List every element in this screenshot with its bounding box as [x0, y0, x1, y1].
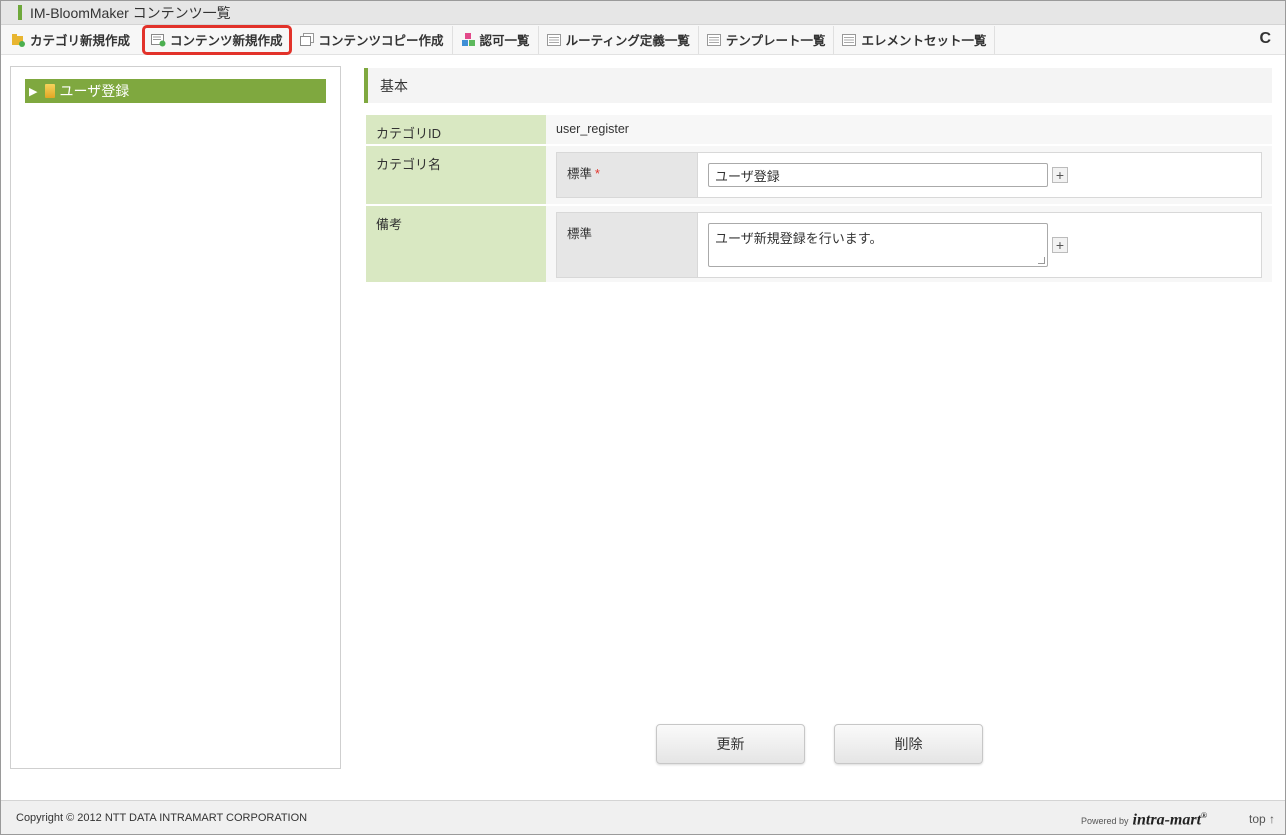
add-locale-button[interactable]: + — [1052, 237, 1068, 253]
title-marker-icon — [18, 5, 22, 20]
create-category-button[interactable]: カテゴリ新規作成 — [1, 27, 138, 53]
template-list-label: テンプレート一覧 — [725, 34, 826, 48]
title-bar: IM-BloomMaker コンテンツ一覧 — [1, 1, 1285, 25]
locale-text: 標準 — [567, 167, 593, 181]
create-content-button[interactable]: コンテンツ新規作成 — [142, 24, 292, 55]
routing-list-label: ルーティング定義一覧 — [565, 34, 690, 48]
category-name-row: カテゴリ名 標準* + — [366, 146, 1272, 206]
authorization-list-label: 認可一覧 — [479, 34, 530, 48]
toolbar-divider — [994, 25, 996, 54]
delete-button[interactable]: 削除 — [834, 724, 983, 764]
required-mark: * — [595, 167, 600, 181]
expand-arrow-icon[interactable]: ▶ — [29, 85, 37, 98]
top-link[interactable]: top ↑ — [1249, 812, 1275, 826]
element-set-list-button[interactable]: エレメントセット一覧 — [834, 27, 994, 53]
copy-content-label: コンテンツコピー作成 — [318, 34, 444, 48]
tree-item-label: ユーザ登録 — [59, 83, 130, 99]
add-locale-button[interactable]: + — [1052, 167, 1068, 183]
list-icon — [706, 33, 722, 47]
category-tree-panel: ▶ ユーザ登録 — [10, 66, 341, 769]
create-category-label: カテゴリ新規作成 — [30, 34, 131, 48]
page-title: IM-BloomMaker コンテンツ一覧 — [30, 4, 231, 21]
section-header: 基本 — [364, 68, 1272, 103]
resize-grip-icon[interactable] — [1038, 257, 1045, 264]
intra-mart-logo: intra-mart® — [1132, 811, 1207, 829]
create-content-label: コンテンツ新規作成 — [170, 34, 283, 48]
powered-by-text: Powered by — [1081, 816, 1129, 827]
reload-icon[interactable]: C — [1259, 30, 1271, 48]
authorization-icon — [461, 32, 476, 47]
routing-list-button[interactable]: ルーティング定義一覧 — [539, 27, 698, 53]
remarks-row: 備考 標準 ユーザ新規登録を行います。 + — [366, 206, 1272, 284]
category-name-label: カテゴリ名 — [366, 146, 546, 204]
category-name-input[interactable] — [708, 163, 1048, 187]
list-icon — [842, 33, 857, 47]
copy-content-button[interactable]: コンテンツコピー作成 — [292, 27, 452, 53]
category-id-row: カテゴリID user_register — [366, 115, 1272, 146]
update-button[interactable]: 更新 — [656, 724, 805, 764]
copyright-text: Copyright © 2012 NTT DATA INTRAMART CORP… — [16, 811, 308, 824]
authorization-list-button[interactable]: 認可一覧 — [453, 27, 538, 53]
category-form: カテゴリID user_register カテゴリ名 標準* + 備考 標準 — [366, 115, 1272, 284]
content-add-icon — [151, 33, 166, 47]
remarks-text: ユーザ新規登録を行います。 — [715, 231, 883, 246]
folder-add-icon — [11, 33, 26, 47]
folder-icon — [45, 84, 56, 98]
tree-item-user-register[interactable]: ▶ ユーザ登録 — [25, 79, 326, 103]
logo-text: intra-mart — [1132, 811, 1202, 829]
footer: Copyright © 2012 NTT DATA INTRAMART CORP… — [1, 800, 1285, 834]
element-set-list-label: エレメントセット一覧 — [861, 34, 987, 48]
copy-icon — [299, 32, 315, 47]
section-title: 基本 — [380, 77, 408, 94]
remarks-textarea[interactable]: ユーザ新規登録を行います。 — [708, 223, 1048, 267]
category-name-locale-row: 標準* + — [556, 152, 1262, 198]
list-icon — [546, 33, 562, 47]
powered-by: Powered by intra-mart® — [1081, 811, 1207, 829]
template-list-button[interactable]: テンプレート一覧 — [699, 27, 834, 53]
locale-label: 標準 * — [557, 153, 698, 197]
category-id-value: user_register — [556, 122, 629, 136]
remarks-locale-row: 標準 ユーザ新規登録を行います。 + — [556, 212, 1262, 278]
toolbar: カテゴリ新規作成 コンテンツ新規作成 コンテンツコピー作成 認可一覧 ルーティン… — [1, 24, 1285, 55]
remarks-label: 備考 — [366, 206, 546, 282]
locale-label: 標準 — [557, 213, 698, 277]
category-id-label: カテゴリID — [366, 115, 546, 144]
